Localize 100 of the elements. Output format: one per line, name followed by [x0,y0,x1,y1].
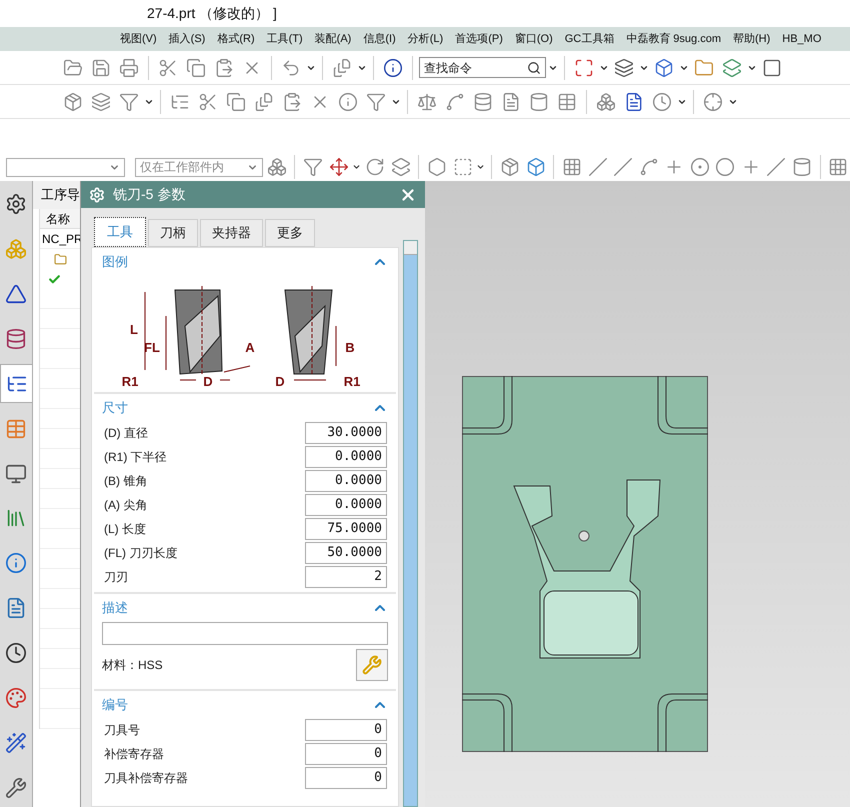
field-label: 补偿寄存器 [104,746,164,763]
field-label: (FL) 刀刃长度 [104,545,178,562]
cylinder-icon [792,157,812,177]
command-search-field[interactable]: 查找命令 [419,57,546,78]
menu-item[interactable]: 帮助(H) [733,30,770,48]
folder-icon [694,58,714,78]
number-field[interactable]: 50.0000 [305,542,387,564]
field-label: (R1) 下半径 [104,449,167,466]
menu-item[interactable]: 装配(A) [314,30,352,48]
info-icon [383,58,403,78]
files-icon [254,92,274,112]
dimension-label: L [130,322,138,337]
menu-item[interactable]: HB_MO [782,30,822,48]
info-icon [338,92,358,112]
rotate-icon [365,157,386,177]
spline-icon [445,92,465,112]
scale-icon [417,92,437,112]
menu-item[interactable]: 工具(T) [266,30,303,48]
funnel-icon [366,92,386,112]
package-icon [63,92,83,112]
menu-item[interactable]: 窗口(O) [514,30,553,48]
scissors-icon [198,92,218,112]
fit-view-icon [574,58,594,78]
folder-icon [54,252,67,266]
field-label: (D) 直径 [104,425,148,442]
gear-icon [5,193,27,216]
package-icon [500,157,520,177]
section-title: 编号 [102,696,128,714]
menu-item[interactable]: GC工具箱 [564,30,614,48]
number-field[interactable]: 2 [305,566,387,588]
scrollbar[interactable] [403,240,418,807]
dimension-label: R1 [122,374,138,389]
stack-icon [473,92,493,112]
menu-item[interactable]: 格式(R) [217,30,255,48]
number-field[interactable]: 30.0000 [305,422,387,444]
material-button[interactable] [356,649,388,681]
section-title: 尺寸 [102,399,128,418]
boxes-icon [5,238,27,260]
number-field[interactable]: 0.0000 [305,470,387,492]
filter-dropdown[interactable] [6,158,126,176]
number-field[interactable]: 0.0000 [305,446,387,468]
line-icon [588,157,608,177]
field-label: 刀具号 [104,722,140,739]
description-field[interactable] [102,622,388,645]
window-title: 27-4.prt （修改的） ] [147,4,277,23]
table-icon [557,92,577,112]
menu-item[interactable]: 信息(I) [363,30,396,48]
save-icon [91,58,111,78]
field-label: (A) 尖角 [104,497,148,514]
boxes-icon [596,92,616,112]
dialog-tab[interactable]: 夹持器 [200,219,263,247]
layers-icon [722,58,742,78]
boxes-icon [266,157,287,177]
field-label: 刀具补偿寄存器 [104,770,188,787]
number-field[interactable]: 0.0000 [305,494,387,516]
document-icon [501,92,521,112]
curve-icon [638,157,659,177]
gear-icon [89,186,105,202]
number-field[interactable]: 75.0000 [305,518,387,540]
undo-icon [281,58,301,78]
number-field[interactable]: 0 [305,719,387,741]
field-label: (B) 锥角 [104,473,148,490]
menu-item[interactable]: 首选项(P) [455,30,503,48]
scope-dropdown[interactable]: 仅在工作部件内 [135,158,263,176]
dialog-tab[interactable]: 刀柄 [148,219,198,247]
copy-icon [186,58,206,78]
layers-icon [91,92,111,112]
dashed-square-icon [452,157,473,177]
menu-item[interactable]: 视图(V) [120,30,157,48]
menu-item[interactable]: 中磊教育 9sug.com [626,30,721,48]
search-placeholder: 查找命令 [424,60,472,76]
paste-icon [282,92,302,112]
line-icon [766,157,786,177]
scissors-icon [158,58,178,78]
dialog-title: 铣刀-5 参数 [113,185,186,204]
filter-icon [302,157,323,177]
number-field[interactable]: 0 [305,743,387,765]
cube-icon [654,58,674,78]
dimension-label: A [245,340,255,355]
cylinder-icon [5,328,27,350]
report-icon [624,92,644,112]
table-icon [5,418,27,440]
menu-item[interactable]: 分析(L) [408,30,444,48]
number-field[interactable]: 0 [305,767,387,789]
dialog-tab[interactable]: 更多 [265,219,315,247]
clock-icon [652,92,672,112]
dialog-tab[interactable]: 工具 [94,217,146,247]
navigator-title: 工序导 [41,186,80,204]
menu-item[interactable]: 插入(S) [168,30,206,48]
flute-drawing [294,304,326,374]
copy-icon [226,92,246,112]
wand-icon [5,732,27,754]
clock-icon [5,642,27,664]
check-icon [48,272,61,286]
files-icon [332,58,352,78]
circle-icon [715,157,736,177]
grid-icon [562,157,582,177]
column-header: 名称 [46,210,70,228]
layers-icon [390,157,411,177]
side-tab[interactable] [0,364,32,404]
